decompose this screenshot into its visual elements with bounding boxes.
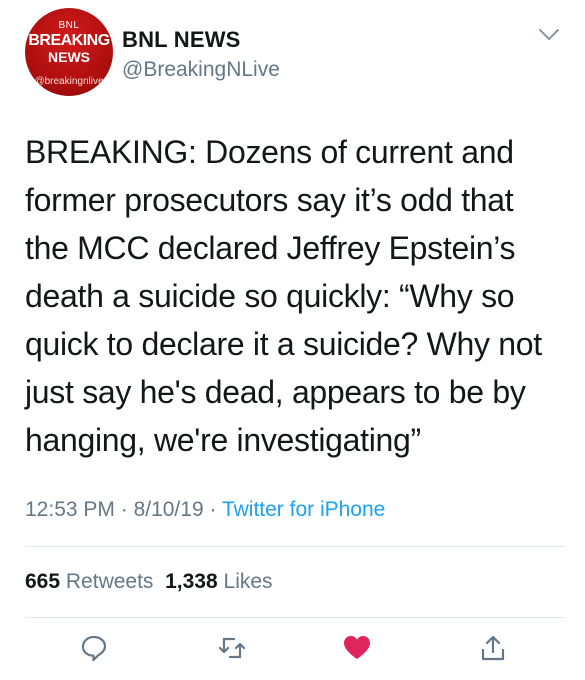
like-button[interactable] [342, 633, 372, 663]
tweet-date[interactable]: 8/10/19 [134, 498, 204, 521]
reply-button[interactable] [79, 633, 109, 663]
tweet-text: BREAKING: Dozens of current and former p… [25, 128, 565, 464]
tweet-meta: 12:53 PM · 8/10/19 · Twitter for iPhone [25, 498, 385, 522]
avatar-bnl-text: BNL [58, 20, 80, 31]
tweet-line: former prosecutors say it’s odd that [25, 182, 514, 218]
author-name[interactable]: BNL NEWS [122, 27, 241, 53]
avatar[interactable]: BNL BREAKING NEWS @breakingnlive [25, 8, 113, 96]
author-handle[interactable]: @BreakingNLive [122, 58, 280, 82]
reply-icon [79, 633, 109, 663]
retweet-button[interactable] [217, 633, 247, 663]
tweet-line: death a suicide so quickly: “Why so [25, 278, 515, 314]
tweet-stats: 665 Retweets 1,338 Likes [25, 570, 273, 594]
chevron-down-icon[interactable] [538, 28, 560, 42]
tweet-line: just say he's dead, appears to be by [25, 374, 526, 410]
avatar-news-text: NEWS [48, 49, 90, 65]
tweet-line: BREAKING: Dozens of current and [25, 134, 514, 170]
retweets-count: 665 [25, 570, 61, 593]
meta-separator: · [114, 498, 134, 521]
retweet-icon [217, 633, 247, 663]
avatar-handle-text: @breakingnlive [34, 76, 104, 87]
share-button[interactable] [478, 633, 508, 663]
likes-label: Likes [223, 570, 273, 593]
tweet-time[interactable]: 12:53 PM [25, 498, 115, 521]
divider [25, 617, 565, 618]
likes-count: 1,338 [165, 570, 218, 593]
divider [25, 546, 565, 547]
retweets-label: Retweets [65, 570, 154, 593]
tweet-line: the MCC declared Jeffrey Epstein’s [25, 230, 516, 266]
avatar-breaking-text: BREAKING [28, 32, 110, 49]
tweet-line: hanging, we're investigating” [25, 422, 421, 458]
meta-separator: · [203, 498, 222, 521]
tweet-source-link[interactable]: Twitter for iPhone [222, 498, 385, 521]
share-icon [478, 633, 508, 663]
tweet-line: quick to declare it a suicide? Why not [25, 326, 542, 362]
retweets-stat[interactable]: 665 Retweets [25, 570, 153, 593]
likes-stat[interactable]: 1,338 Likes [165, 570, 272, 593]
heart-icon [342, 633, 372, 663]
